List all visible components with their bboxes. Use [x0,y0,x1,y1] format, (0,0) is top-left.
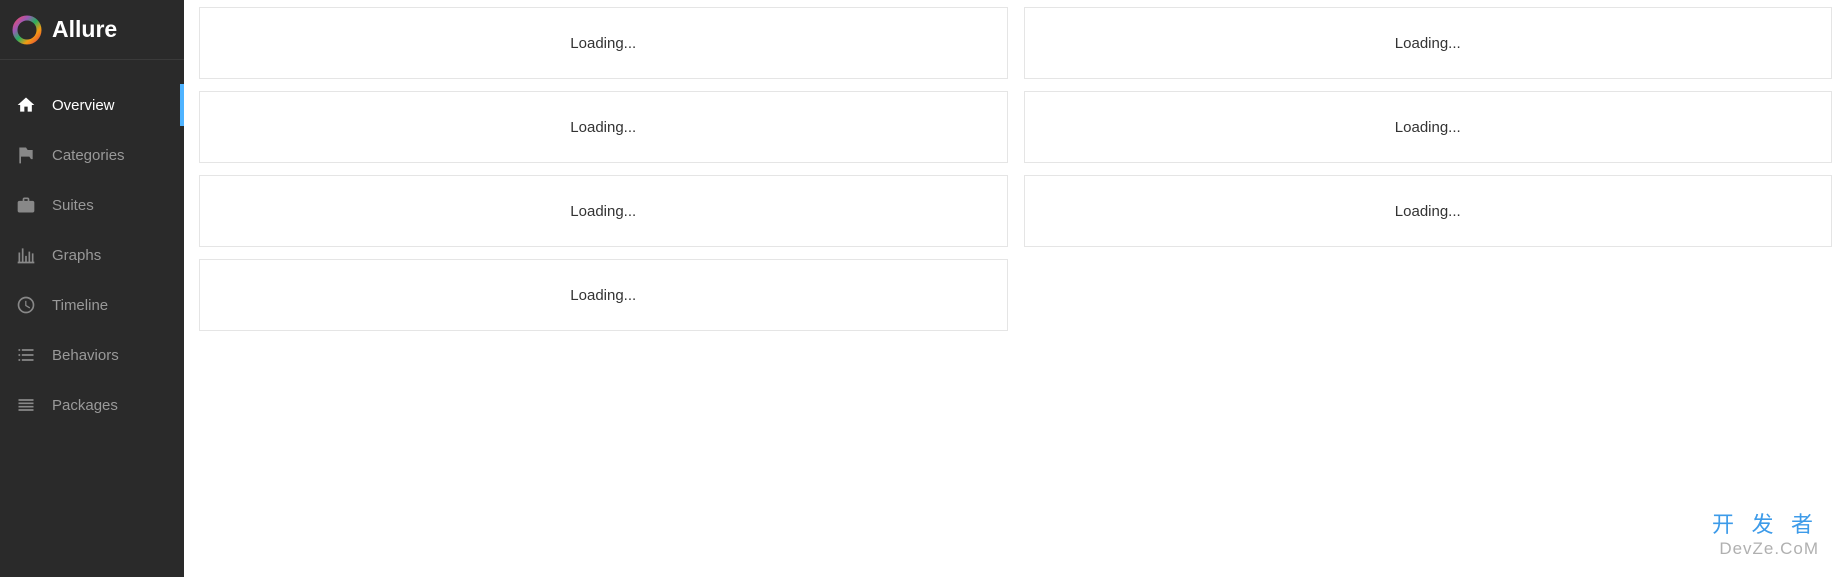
loading-widget: Loading... [1024,175,1833,247]
loading-widget: Loading... [199,91,1008,163]
loading-text: Loading... [570,203,636,220]
sidebar-item-behaviors[interactable]: Behaviors [0,330,184,380]
sidebar-item-label: Packages [52,397,118,414]
loading-text: Loading... [570,119,636,136]
sidebar-nav: Overview Categories Suites Graphs Timeli… [0,60,184,430]
sidebar-item-graphs[interactable]: Graphs [0,230,184,280]
home-icon [14,93,38,117]
loading-widget: Loading... [1024,7,1833,79]
loading-widget: Loading... [199,259,1008,331]
loading-text: Loading... [1395,203,1461,220]
main-content: Loading... Loading... Loading... Loading… [184,0,1847,577]
allure-logo-icon [12,15,42,45]
right-column: Loading... Loading... Loading... [1024,7,1833,331]
left-column: Loading... Loading... Loading... Loading… [199,7,1008,331]
sidebar-item-label: Graphs [52,247,101,264]
loading-widget: Loading... [199,175,1008,247]
watermark: 开 发 者 DevZe.CoM [1712,512,1819,559]
bar-chart-icon [14,243,38,267]
app-title: Allure [52,16,117,43]
list-icon [14,343,38,367]
widget-grid: Loading... Loading... Loading... Loading… [199,7,1832,331]
sidebar-item-categories[interactable]: Categories [0,130,184,180]
sidebar-item-packages[interactable]: Packages [0,380,184,430]
sidebar-item-label: Categories [52,147,125,164]
sidebar-item-timeline[interactable]: Timeline [0,280,184,330]
sidebar-item-suites[interactable]: Suites [0,180,184,230]
loading-text: Loading... [570,287,636,304]
sidebar-item-overview[interactable]: Overview [0,80,184,130]
sidebar-item-label: Timeline [52,297,108,314]
sidebar-item-label: Suites [52,197,94,214]
clock-icon [14,293,38,317]
sidebar-item-label: Behaviors [52,347,119,364]
briefcase-icon [14,193,38,217]
sidebar: Allure Overview Categories Suites Graphs [0,0,184,577]
sidebar-header: Allure [0,0,184,60]
flag-icon [14,143,38,167]
loading-text: Loading... [1395,119,1461,136]
watermark-text-en: DevZe.CoM [1712,539,1819,559]
watermark-text-cn: 开 发 者 [1712,512,1819,538]
layers-icon [14,393,38,417]
loading-text: Loading... [570,35,636,52]
loading-text: Loading... [1395,35,1461,52]
loading-widget: Loading... [1024,91,1833,163]
loading-widget: Loading... [199,7,1008,79]
sidebar-item-label: Overview [52,97,115,114]
